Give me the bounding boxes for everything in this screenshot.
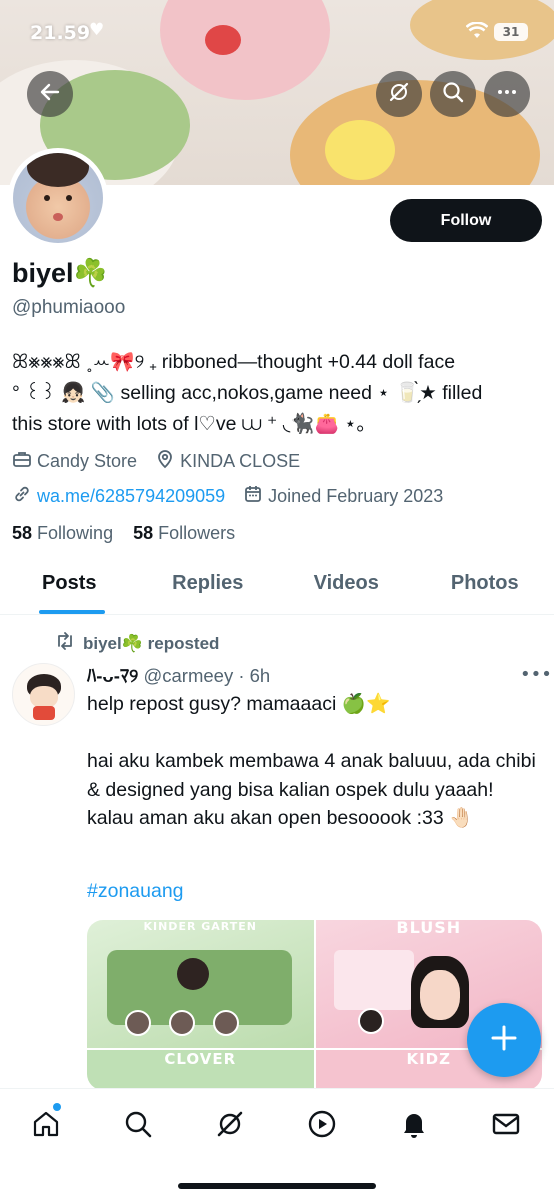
profile-handle: @phumiaooo [12,297,126,318]
grok-icon [387,80,411,108]
grok-icon[interactable] [213,1107,247,1141]
back-button[interactable] [27,71,73,117]
post-text: help repost gusy? mamaaaci 🍏⭐ hai aku ka… [87,693,536,829]
calendar-icon [243,484,268,509]
post-hashtag[interactable]: #zonauang [87,880,184,903]
follow-button[interactable]: Follow [390,199,542,242]
tab-posts[interactable]: Posts [0,560,139,614]
media-label-1: KINDER GARTEN [143,920,257,933]
status-time: 21.59 [30,22,91,44]
post-more-icon[interactable]: ••• [520,664,552,685]
profile-name: biyel☘️ [12,258,108,288]
search-icon[interactable] [121,1107,155,1141]
profile-category[interactable]: Candy Store [37,451,137,472]
followers-count: 58 [133,523,154,543]
tab-replies[interactable]: Replies [139,560,278,614]
profile-bio: ꕤ⨳⨳⨳ꕤ ˳ꕀ🎀୨ ₊ ribboned—thought +0.44 doll… [12,351,483,435]
video-icon[interactable] [305,1107,339,1141]
post-author-avatar[interactable] [12,663,75,726]
post-header: ﾊ-ᴗ-ﾏ୨ @carmeey · 6h [87,662,270,688]
follow-counts: 58 Following 58 Followers [12,523,235,544]
tab-photos[interactable]: Photos [416,560,554,614]
briefcase-icon [12,449,37,474]
profile-meta-row-2: wa.me/6285794209059 Joined February 2023 [12,484,461,509]
repost-label[interactable]: biyel☘️ reposted [83,634,219,654]
battery-indicator: 31 [494,23,528,41]
followers-label: Followers [158,523,236,543]
link-icon [12,484,37,509]
following-label: Following [37,523,114,543]
notification-dot [53,1103,61,1111]
media-image-3[interactable]: CLOVER [87,1050,314,1090]
repost-indicator: biyel☘️ reposted [55,632,219,655]
active-tab-indicator [39,610,105,614]
more-button[interactable] [484,71,530,117]
home-indicator [178,1183,376,1189]
plus-icon [490,1024,518,1056]
compose-button[interactable] [467,1003,541,1077]
media-label-2: BLUSH [396,920,462,937]
profile-link[interactable]: wa.me/6285794209059 [37,486,225,507]
grok-button[interactable] [376,71,422,117]
location-icon [155,449,180,474]
status-bar: 21.59 ♥ 31 [0,0,554,60]
bell-icon[interactable] [397,1107,431,1141]
post-author-name[interactable]: ﾊ-ᴗ-ﾏ୨ [87,665,138,686]
search-icon [441,80,465,108]
profile-meta-row-1: Candy Store KINDA CLOSE [12,449,318,474]
home-icon[interactable] [29,1103,63,1141]
repost-icon [55,632,75,655]
search-button[interactable] [430,71,476,117]
post-author-handle[interactable]: @carmeey [143,665,233,686]
profile-avatar[interactable] [8,148,108,248]
tab-videos[interactable]: Videos [277,560,416,614]
profile-joined: Joined February 2023 [268,486,444,506]
post-time: · 6h [238,665,271,686]
heart-icon: ♥ [89,20,105,40]
followers-link[interactable]: 58 Followers [133,523,235,543]
media-label-3: CLOVER [164,1050,237,1068]
following-count: 58 [12,523,33,543]
media-image-1[interactable]: KINDER GARTEN [87,920,314,1048]
back-arrow-icon [38,80,62,108]
mail-icon[interactable] [489,1107,523,1141]
more-icon [495,80,519,108]
profile-tabs: Posts Replies Videos Photos [0,560,554,615]
post-media-grid[interactable]: KINDER GARTEN BLUSH CLOVER KIDZ [87,920,542,1090]
following-link[interactable]: 58 Following [12,523,113,543]
profile-location: KINDA CLOSE [180,451,301,471]
wifi-icon [465,21,489,43]
